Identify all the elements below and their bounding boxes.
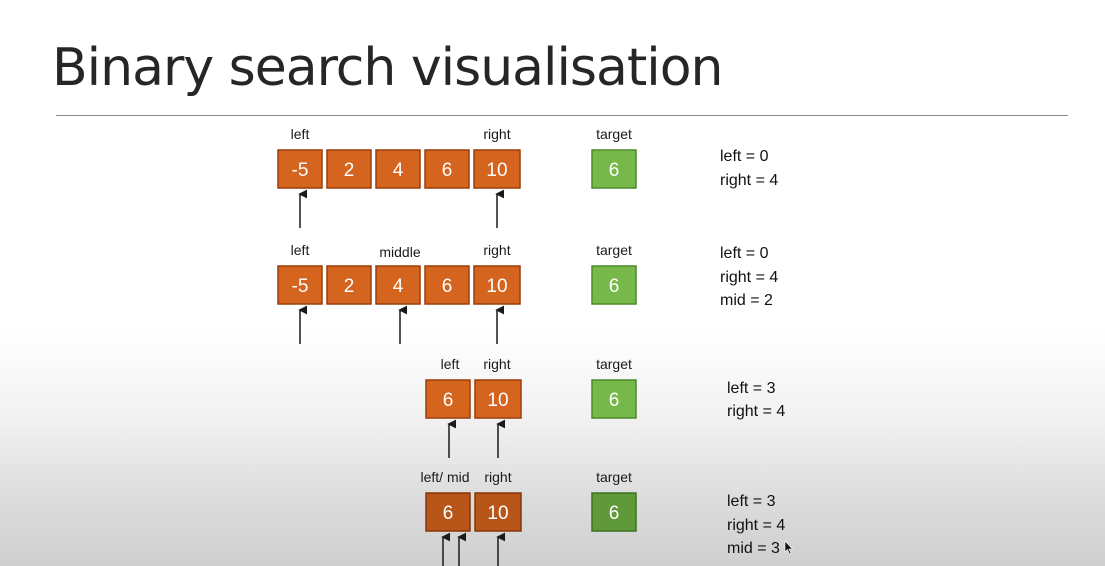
left-pointer-label: left (291, 126, 310, 142)
var-right: right = 4 (720, 269, 778, 286)
target-cell: 6 (591, 149, 637, 189)
cell-value: 2 (344, 160, 355, 181)
target-cell: 6 (591, 265, 637, 305)
var-right: right = 4 (727, 403, 785, 420)
var-mid: mid = 3 (727, 540, 780, 557)
right-pointer-label: right (483, 126, 510, 142)
cell-value: 6 (443, 503, 454, 524)
left-pointer-label: left (441, 356, 460, 372)
cell-value: 2 (344, 276, 355, 297)
var-left: left = 3 (727, 380, 776, 397)
array-cell: 10 (474, 492, 522, 532)
step-2: left middle right -5 2 4 6 10 target 6 l… (277, 242, 778, 344)
target-label: target (596, 126, 632, 142)
array-cell: 10 (474, 379, 522, 419)
var-left: left = 0 (720, 245, 769, 262)
array-cell: 6 (424, 265, 470, 305)
target-label: target (596, 356, 632, 372)
cell-value: 6 (443, 390, 454, 411)
target-value: 6 (609, 276, 620, 297)
left-pointer-label: left (291, 242, 310, 258)
cell-value: 4 (393, 160, 404, 181)
right-pointer-label: right (484, 469, 511, 485)
cell-value: 6 (442, 160, 453, 181)
target-label: target (596, 469, 632, 485)
cell-value: 10 (487, 503, 508, 524)
array-cell: 2 (326, 265, 372, 305)
target-value: 6 (609, 160, 620, 181)
array-cell: 10 (473, 149, 521, 189)
cell-value: 6 (442, 276, 453, 297)
right-pointer-label: right (483, 242, 510, 258)
array-cell: 6 (424, 149, 470, 189)
var-right: right = 4 (727, 517, 785, 534)
var-mid: mid = 2 (720, 292, 773, 309)
array-cell: 10 (473, 265, 521, 305)
left-mid-pointer-label: left/ mid (420, 469, 469, 485)
array-cell: -5 (277, 265, 323, 305)
cell-value: 4 (393, 276, 404, 297)
array-cell: -5 (277, 149, 323, 189)
array-cell: 2 (326, 149, 372, 189)
cell-value: -5 (292, 276, 309, 297)
target-cell: 6 (591, 379, 637, 419)
step-3: left right 6 10 target 6 left = 3 right … (425, 356, 785, 458)
array-cell: 6 (425, 492, 471, 532)
cell-value: 10 (487, 390, 508, 411)
array-cell: 4 (375, 265, 421, 305)
cell-value: 10 (486, 276, 507, 297)
array-cell: 6 (425, 379, 471, 419)
binary-search-diagram: left right -5 2 4 6 10 target 6 left = 0… (277, 126, 785, 566)
target-label: target (596, 242, 632, 258)
var-right: right = 4 (720, 172, 778, 189)
var-left: left = 0 (720, 148, 769, 165)
mouse-pointer-icon (784, 541, 794, 555)
cell-value: -5 (292, 160, 309, 181)
middle-pointer-label: middle (379, 244, 420, 260)
target-cell: 6 (591, 492, 637, 532)
step-4: left/ mid right 6 10 target 6 left = 3 r… (420, 469, 785, 566)
var-left: left = 3 (727, 493, 776, 510)
right-pointer-label: right (483, 356, 510, 372)
target-value: 6 (609, 390, 620, 411)
target-value: 6 (609, 503, 620, 524)
array-cell: 4 (375, 149, 421, 189)
cell-value: 10 (486, 160, 507, 181)
step-1: left right -5 2 4 6 10 target 6 left = 0… (277, 126, 778, 228)
